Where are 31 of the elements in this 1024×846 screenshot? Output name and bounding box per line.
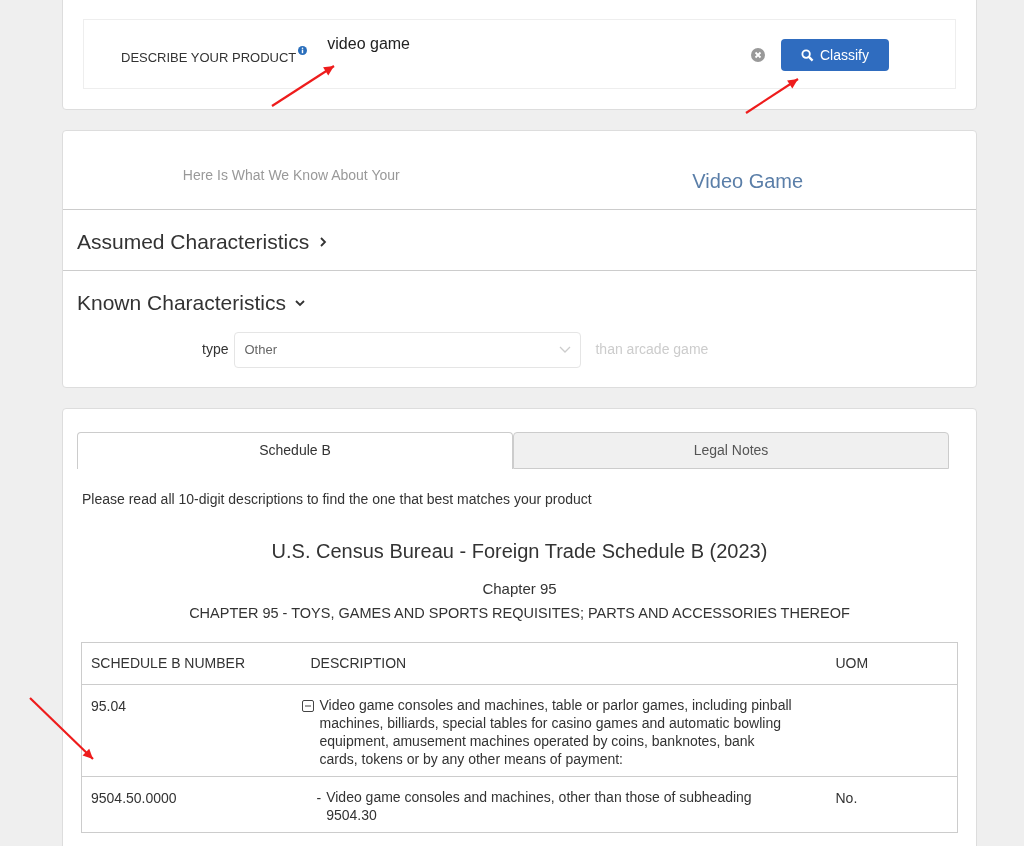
description-text: Video game consoles and machines, other than those of subheading 9504.30 bbox=[326, 787, 753, 824]
collapse-icon[interactable] bbox=[301, 699, 314, 712]
annotation-arrow bbox=[745, 78, 799, 114]
table-cell: No. bbox=[835, 789, 858, 806]
instruction-text: Please read all 10-digit descriptions to find the one that best matches your product bbox=[82, 489, 593, 509]
annotation-arrow bbox=[271, 65, 335, 107]
column-header: UOM bbox=[826, 642, 958, 685]
section-header[interactable]: Known Characteristics bbox=[77, 287, 306, 319]
search-icon bbox=[801, 48, 814, 62]
classify-button[interactable]: Classify bbox=[781, 39, 889, 71]
description-text: Video game consoles and machines, table or parlor games, including pinball machines, billiards, special tables for casino games and automatic bowling equipment, amusement machines operated by coins, banknotes, bank cards, tokens or by any other means of payment: bbox=[319, 695, 793, 768]
info-icon bbox=[298, 46, 308, 55]
chapter-title: CHAPTER 95 - TOYS, GAMES AND SPORTS REQUISITES; PARTS AND ACCESSORIES THEREOF bbox=[189, 604, 850, 623]
table-cell: 9504.50.0000 bbox=[81, 776, 302, 833]
table-cell: 95.04 bbox=[81, 684, 302, 777]
clear-icon[interactable] bbox=[751, 48, 765, 62]
tab[interactable]: Legal Notes bbox=[513, 431, 949, 469]
column-header: DESCRIPTION bbox=[301, 642, 827, 685]
field-label: DESCRIBE YOUR PRODUCT bbox=[121, 49, 297, 67]
product-input[interactable]: video game bbox=[327, 32, 751, 56]
field-label: type bbox=[202, 340, 229, 359]
intro-text: Here Is What We Know About Your bbox=[182, 166, 400, 185]
column-header: SCHEDULE B NUMBER bbox=[81, 642, 302, 685]
type-select[interactable]: Other bbox=[234, 331, 582, 368]
schedule-title: U.S. Census Bureau - Foreign Trade Schedule B (2023) bbox=[271, 538, 768, 564]
chevron-down-icon bbox=[559, 345, 572, 354]
chapter-number: Chapter 95 bbox=[482, 578, 557, 599]
section-header[interactable]: Assumed Characteristics bbox=[77, 226, 330, 258]
product-name: Video Game bbox=[692, 169, 804, 194]
tab[interactable]: Schedule B bbox=[77, 431, 513, 469]
dash-marker: - bbox=[316, 788, 322, 808]
